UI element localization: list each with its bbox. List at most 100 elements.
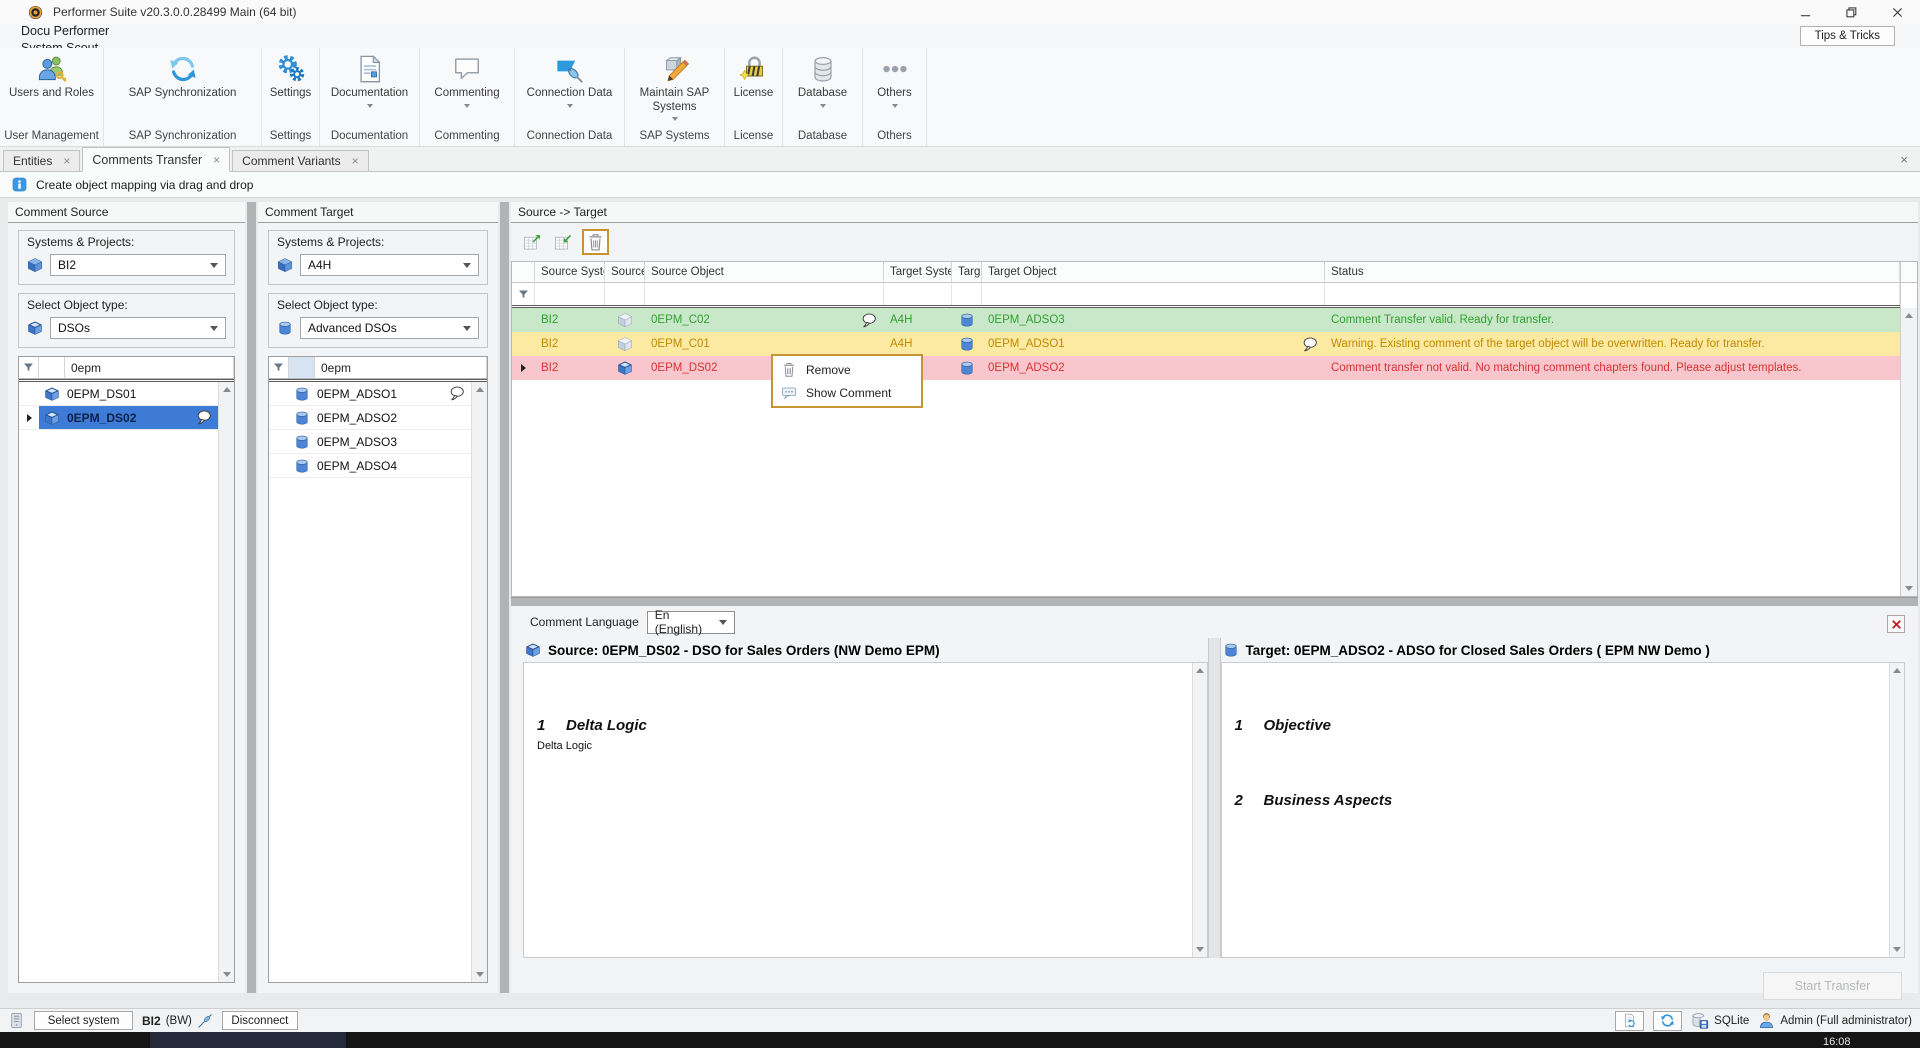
scroll-down-icon[interactable] bbox=[1893, 947, 1901, 952]
filter-input[interactable]: 0epm bbox=[315, 357, 487, 378]
expand-icon[interactable] bbox=[521, 364, 526, 372]
filter-input[interactable]: 0epm bbox=[65, 357, 234, 378]
column-header-target-object[interactable]: Target Object bbox=[982, 262, 1325, 283]
ribbon-button-settings[interactable]: Settings bbox=[262, 48, 319, 101]
close-icon[interactable]: × bbox=[63, 155, 70, 167]
scroll-down-icon[interactable] bbox=[476, 972, 484, 977]
document-refresh-button[interactable] bbox=[1615, 1011, 1644, 1031]
sync-button[interactable] bbox=[1653, 1011, 1682, 1031]
restore-button[interactable] bbox=[1828, 0, 1874, 24]
tips-and-tricks-button[interactable]: Tips & Tricks bbox=[1800, 26, 1895, 46]
target-item-0epm-adso3[interactable]: 0EPM_ADSO3 bbox=[269, 430, 471, 454]
scroll-down-icon[interactable] bbox=[1196, 947, 1204, 952]
mapping-grid: Source SystemSource...Source ObjectTarge… bbox=[511, 261, 1918, 597]
disconnect-button[interactable]: Disconnect bbox=[222, 1011, 298, 1030]
target-system-select[interactable]: A4H bbox=[300, 254, 479, 276]
adso-icon bbox=[294, 458, 310, 474]
mapping-row-0epm-c02[interactable]: BI20EPM_C02A4H0EPM_ADSO3Comment Transfer… bbox=[512, 308, 1900, 332]
ribbon-group-label: Documentation bbox=[320, 128, 419, 146]
scroll-down-icon[interactable] bbox=[223, 972, 231, 977]
ribbon-button-documentation[interactable]: Documentation bbox=[320, 48, 419, 108]
tab-comment-variants[interactable]: Comment Variants× bbox=[232, 150, 369, 171]
scroll-up-icon[interactable] bbox=[1196, 668, 1204, 673]
ribbon-button-others[interactable]: Others bbox=[863, 48, 926, 108]
scrollbar[interactable] bbox=[1889, 663, 1904, 957]
source-item-0epm-ds02[interactable]: 0EPM_DS02 bbox=[19, 406, 218, 430]
application-window: Performer Suite v20.3.0.0.28499 Main (64… bbox=[0, 0, 1920, 1048]
column-header-source[interactable]: Source... bbox=[605, 262, 645, 283]
menu-docu-performer[interactable]: Docu Performer bbox=[6, 24, 147, 41]
column-header-status[interactable]: Status bbox=[1325, 262, 1900, 283]
taskbar-item[interactable] bbox=[150, 1032, 346, 1048]
admin-user-icon bbox=[1758, 1012, 1775, 1029]
horizontal-splitter[interactable] bbox=[511, 597, 1918, 606]
scrollbar[interactable] bbox=[1900, 262, 1917, 596]
scroll-down-icon[interactable] bbox=[1905, 586, 1913, 591]
user-status: Admin (Full administrator) bbox=[1758, 1012, 1912, 1029]
target-item-0epm-adso1[interactable]: 0EPM_ADSO1 bbox=[269, 382, 471, 406]
context-menu-item-remove[interactable]: Remove bbox=[773, 358, 921, 381]
close-button[interactable] bbox=[1874, 0, 1920, 24]
close-icon[interactable]: × bbox=[1900, 152, 1908, 167]
ribbon-button-maintain-sap-systems[interactable]: Maintain SAP Systems bbox=[625, 48, 724, 121]
comment-body: Delta Logic bbox=[537, 740, 1207, 752]
source-system-select[interactable]: BI2 bbox=[50, 254, 226, 276]
panel-splitter[interactable] bbox=[247, 202, 256, 993]
column-header-target-system[interactable]: Target System bbox=[884, 262, 952, 283]
target-object-type-select[interactable]: Advanced DSOs bbox=[300, 317, 479, 339]
close-icon[interactable]: × bbox=[213, 154, 220, 166]
comment-language-select[interactable]: En (English) bbox=[647, 611, 735, 634]
select-system-button[interactable]: Select system bbox=[34, 1011, 133, 1030]
ribbon-button-database[interactable]: Database bbox=[783, 48, 862, 108]
filter-cell[interactable] bbox=[884, 283, 952, 305]
close-icon[interactable]: × bbox=[352, 155, 359, 167]
ribbon-button-commenting[interactable]: Commenting bbox=[420, 48, 514, 108]
scroll-up-icon[interactable] bbox=[1893, 668, 1901, 673]
filter-cell[interactable] bbox=[605, 283, 645, 305]
systems-projects-label: Systems & Projects: bbox=[27, 235, 226, 249]
ribbon-button-license[interactable]: License bbox=[725, 48, 782, 101]
filter-cell[interactable] bbox=[982, 283, 1325, 305]
filter-cell[interactable] bbox=[645, 283, 884, 305]
mapping-row-0epm-c01[interactable]: BI20EPM_C01A4H0EPM_ADSO1Warning. Existin… bbox=[512, 332, 1900, 356]
tab-entities[interactable]: Entities× bbox=[3, 150, 80, 171]
ribbon-button-users-and-roles[interactable]: Users and Roles bbox=[0, 48, 103, 101]
scroll-up-icon[interactable] bbox=[1905, 313, 1913, 318]
close-comments-button[interactable] bbox=[1887, 615, 1905, 633]
source-object-type-select[interactable]: DSOs bbox=[50, 317, 226, 339]
scroll-up-icon[interactable] bbox=[476, 387, 484, 392]
minimize-button[interactable] bbox=[1782, 0, 1828, 24]
object-type-group: Select Object type: DSOs bbox=[18, 293, 235, 348]
expand-icon[interactable] bbox=[27, 414, 32, 422]
remove-mapping-button[interactable] bbox=[582, 229, 609, 255]
ribbon-button-connection-data[interactable]: Connection Data bbox=[515, 48, 624, 108]
scroll-up-icon[interactable] bbox=[223, 387, 231, 392]
tab-comments-transfer[interactable]: Comments Transfer× bbox=[82, 147, 230, 172]
source-item-0epm-ds01[interactable]: 0EPM_DS01 bbox=[19, 382, 218, 406]
target-item-0epm-adso4[interactable]: 0EPM_ADSO4 bbox=[269, 454, 471, 478]
grid-header-indicator bbox=[512, 262, 535, 283]
target-object-cell: 0EPM_ADSO3 bbox=[988, 314, 1065, 326]
filter-cell[interactable] bbox=[952, 283, 982, 305]
target-item-0epm-adso2[interactable]: 0EPM_ADSO2 bbox=[269, 406, 471, 430]
filter-cell[interactable] bbox=[1325, 283, 1900, 305]
mapping-row-0epm-ds02[interactable]: BI20EPM_DS02A4H0EPM_ADSO2Comment transfe… bbox=[512, 356, 1900, 380]
ribbon-group-database: Database Database bbox=[783, 48, 863, 146]
column-header-source-system[interactable]: Source System bbox=[535, 262, 605, 283]
pane-splitter[interactable] bbox=[1208, 638, 1221, 958]
context-menu-item-show-comment[interactable]: Show Comment bbox=[773, 381, 921, 404]
scrollbar[interactable] bbox=[471, 382, 487, 982]
import-grid-button[interactable] bbox=[551, 230, 575, 254]
start-transfer-button[interactable]: Start Transfer bbox=[1763, 972, 1902, 1000]
column-header-source-object[interactable]: Source Object bbox=[645, 262, 884, 283]
ribbon-group-label: Database bbox=[783, 128, 862, 146]
filter-cell[interactable] bbox=[535, 283, 605, 305]
panel-splitter[interactable] bbox=[500, 202, 509, 993]
column-header-target[interactable]: Target... bbox=[952, 262, 982, 283]
export-grid-button[interactable] bbox=[520, 230, 544, 254]
ribbon-button-sap-synchronization[interactable]: SAP Synchronization bbox=[104, 48, 261, 101]
system-name: BI2 bbox=[142, 1014, 161, 1028]
scrollbar[interactable] bbox=[1192, 663, 1207, 957]
scrollbar[interactable] bbox=[218, 382, 234, 982]
doc-refresh-icon bbox=[1622, 1013, 1637, 1028]
